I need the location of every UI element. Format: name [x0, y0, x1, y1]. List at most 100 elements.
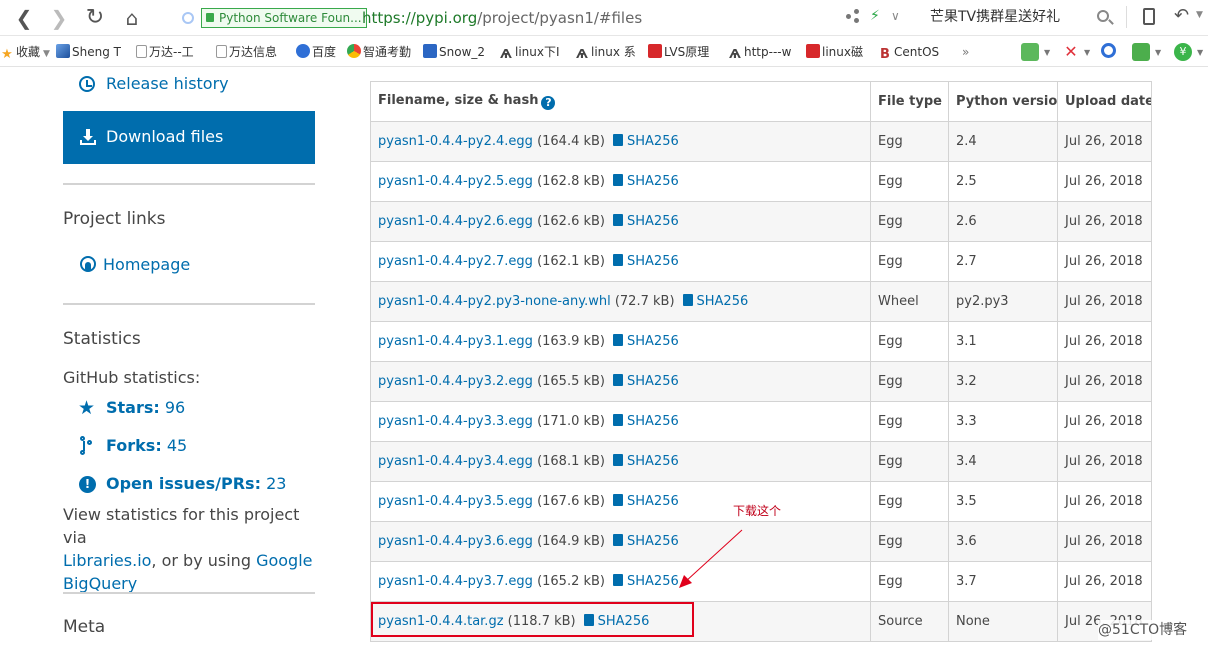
bookmark-item[interactable]: Snow_2	[423, 43, 485, 61]
star-icon: ★	[1, 47, 13, 62]
bookmark-item[interactable]: Ѧhttp---w	[728, 43, 791, 61]
promo-search-text[interactable]: 芒果TV携群星送好礼	[930, 7, 1060, 27]
watermark: @51CTO博客	[1098, 620, 1188, 640]
file-download-link[interactable]: pyasn1-0.4.4-py3.4.egg	[378, 454, 533, 469]
undo-icon[interactable]: ↶	[1174, 6, 1189, 26]
sha256-link[interactable]: SHA256	[627, 534, 679, 549]
bookmark-item[interactable]: 百度	[296, 43, 336, 61]
file-download-link[interactable]: pyasn1-0.4.4-py3.6.egg	[378, 534, 533, 549]
chevron-down-icon[interactable]: ▼	[1044, 48, 1050, 57]
bookmark-item[interactable]: Sheng T	[56, 43, 121, 61]
mobile-icon[interactable]	[1143, 8, 1155, 25]
bookmark-item[interactable]: Ѧlinux下I	[499, 43, 559, 61]
homepage-link[interactable]: Homepage	[103, 254, 190, 276]
file-download-link[interactable]: pyasn1-0.4.4-py3.1.egg	[378, 334, 533, 349]
view-statistics-middle: , or by using	[151, 551, 251, 570]
file-download-link[interactable]: pyasn1-0.4.4-py2.5.egg	[378, 174, 533, 189]
sha256-link[interactable]: SHA256	[697, 294, 749, 309]
project-links-heading: Project links	[63, 209, 166, 229]
forward-icon[interactable]: ❯	[47, 6, 71, 30]
share-icon[interactable]	[846, 9, 860, 23]
bookmark-item[interactable]: ★ 收藏 ▼	[0, 43, 50, 62]
reload-icon[interactable]: ↻	[83, 6, 107, 30]
sha256-link[interactable]: SHA256	[627, 334, 679, 349]
fork-icon	[80, 436, 94, 456]
python-version-cell: py2.py3	[948, 281, 1058, 322]
open-issues-link[interactable]: Open issues/PRs: 23	[106, 473, 286, 495]
translate-extension-icon[interactable]	[1021, 43, 1039, 61]
forks-link[interactable]: Forks: 45	[106, 435, 187, 457]
scissors-icon[interactable]: ✕	[1062, 43, 1080, 61]
sha256-link[interactable]: SHA256	[627, 374, 679, 389]
more-bookmarks-button[interactable]: »	[962, 43, 969, 61]
v-icon: Ѧ	[576, 47, 588, 61]
chevron-down-icon[interactable]: ▼	[1084, 48, 1090, 57]
secure-badge[interactable]: Python Software Foun...	[201, 8, 367, 28]
site-info-icon[interactable]	[182, 12, 194, 24]
bookmark-item[interactable]: 智通考勤	[347, 43, 411, 61]
file-download-link[interactable]: pyasn1-0.4.4-py3.7.egg	[378, 574, 533, 589]
history-icon	[79, 76, 95, 92]
bookmark-label: 百度	[312, 45, 337, 59]
file-download-link[interactable]: pyasn1-0.4.4-py2.py3-none-any.whl	[378, 294, 611, 309]
file-type-cell: Egg	[870, 401, 949, 442]
magnifier-extension-icon[interactable]	[1101, 43, 1116, 58]
chevron-down-icon[interactable]: ▼	[1155, 48, 1161, 57]
table-row: pyasn1-0.4.4-py2.5.egg (162.8 kB) SHA256 E…	[370, 161, 1152, 202]
sha256-link[interactable]: SHA256	[627, 454, 679, 469]
chevron-down-icon[interactable]: ∨	[891, 7, 900, 25]
sha256-link[interactable]: SHA256	[627, 574, 679, 589]
file-download-link[interactable]: pyasn1-0.4.4-py2.4.egg	[378, 134, 533, 149]
github-statistics-label: GitHub statistics:	[63, 368, 201, 387]
file-download-link[interactable]: pyasn1-0.4.4-py2.7.egg	[378, 254, 533, 269]
upload-date-cell: Jul 26, 2018	[1057, 521, 1152, 562]
stars-link[interactable]: Stars: 96	[106, 397, 185, 419]
libraries-io-link[interactable]: Libraries.io	[63, 551, 151, 570]
upload-date-cell: Jul 26, 2018	[1057, 241, 1152, 282]
sha256-link[interactable]: SHA256	[627, 494, 679, 509]
chevron-down-icon[interactable]: ▼	[1197, 48, 1203, 57]
filename-cell: pyasn1-0.4.4-py3.6.egg (164.9 kB) SHA256	[370, 521, 871, 562]
home-icon[interactable]: ⌂	[120, 6, 144, 30]
sha256-link[interactable]: SHA256	[627, 254, 679, 269]
file-type-cell: Egg	[870, 481, 949, 522]
bookmark-item[interactable]: B CentOS	[878, 43, 940, 62]
sha256-link[interactable]: SHA256	[627, 174, 679, 189]
file-download-link[interactable]: pyasn1-0.4.4-py2.6.egg	[378, 214, 533, 229]
bigquery-link[interactable]: BigQuery	[63, 574, 137, 593]
bookmark-label: CentOS	[894, 45, 940, 59]
lightning-icon[interactable]: ⚡	[870, 7, 880, 25]
sha256-link[interactable]: SHA256	[627, 414, 679, 429]
game-extension-icon[interactable]	[1132, 43, 1150, 61]
bookmark-item[interactable]: 万达--工	[136, 43, 194, 61]
bookmark-item[interactable]: 万达信息	[216, 43, 277, 61]
bookmark-item[interactable]: linux磁	[806, 43, 863, 61]
chevron-down-icon[interactable]: ▼	[1196, 10, 1203, 20]
file-type-cell: Egg	[870, 201, 949, 242]
google-link[interactable]: Google	[256, 551, 312, 570]
filename-cell: pyasn1-0.4.4-py2.py3-none-any.whl (72.7 …	[370, 281, 871, 322]
help-icon[interactable]: ?	[541, 96, 556, 110]
bookmark-item[interactable]: LVS原理	[648, 43, 709, 61]
csdn-icon	[648, 44, 662, 58]
file-download-link[interactable]: pyasn1-0.4.4-py3.3.egg	[378, 414, 533, 429]
sha256-link[interactable]: SHA256	[627, 214, 679, 229]
search-icon[interactable]	[1097, 10, 1109, 22]
address-bar[interactable]: Python Software Foun... https://pypi.org…	[178, 4, 918, 32]
yen-extension-icon[interactable]: ¥	[1174, 43, 1192, 61]
star-icon: ★	[78, 397, 96, 419]
file-type-cell: Egg	[870, 121, 949, 162]
sha256-link[interactable]: SHA256	[627, 134, 679, 149]
file-download-link[interactable]: pyasn1-0.4.4-py3.2.egg	[378, 374, 533, 389]
release-history-link[interactable]: Release history	[106, 73, 229, 95]
bookmark-item[interactable]: Ѧlinux 系	[575, 43, 636, 61]
back-icon[interactable]: ❮	[12, 6, 36, 30]
copy-icon	[610, 174, 624, 189]
file-download-link[interactable]: pyasn1-0.4.4-py3.5.egg	[378, 494, 533, 509]
download-files-button[interactable]: Download files	[63, 111, 315, 164]
table-row: pyasn1-0.4.4-py3.2.egg (165.5 kB) SHA256 E…	[370, 361, 1152, 402]
url-text[interactable]: https://pypi.org/project/pyasn1/#files	[362, 7, 642, 29]
file-size: (162.1 kB)	[537, 254, 606, 269]
view-statistics-prefix: View statistics for this project via	[63, 505, 300, 547]
upload-date-cell: Jul 26, 2018	[1057, 481, 1152, 522]
